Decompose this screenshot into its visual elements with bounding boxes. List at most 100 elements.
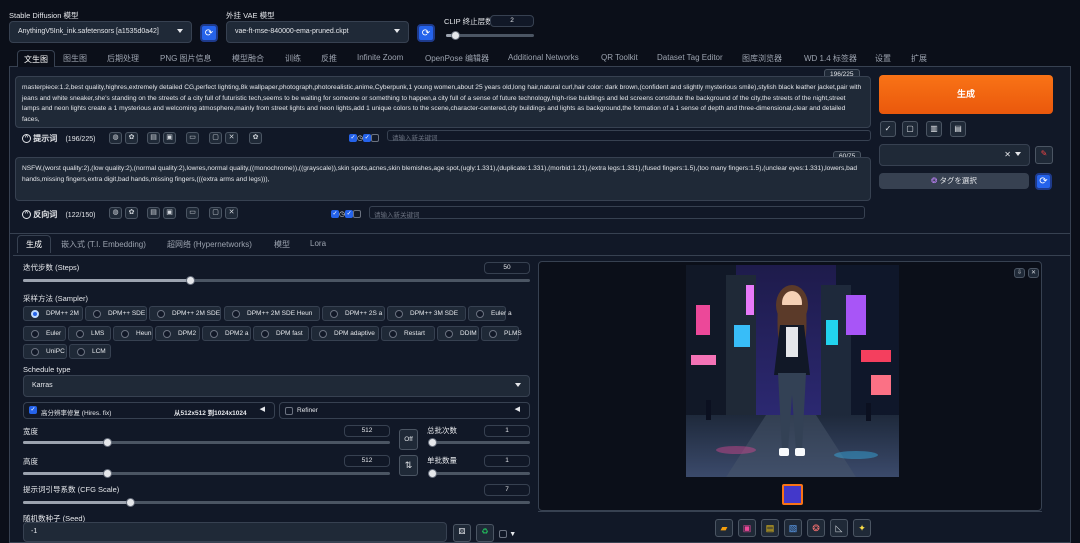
batch-count-knob[interactable] (428, 438, 437, 447)
sampler-option[interactable]: Euler a (468, 306, 512, 321)
tab-15[interactable]: 扩展 (911, 53, 927, 64)
tab-8[interactable]: OpenPose 编辑器 (425, 53, 489, 64)
tab-4[interactable]: 模型融合 (232, 53, 264, 64)
load-icon[interactable]: ▭ (186, 132, 199, 144)
save-icon[interactable]: ▣ (738, 519, 756, 537)
extra-seed-toggle[interactable]: ▼ (499, 529, 516, 538)
refiner-checkbox[interactable] (285, 407, 293, 415)
collapse-icon[interactable]: ^ (22, 134, 31, 144)
tab-5[interactable]: 训练 (285, 53, 301, 64)
load-icon[interactable]: ▭ (186, 207, 199, 219)
sampler-option[interactable]: Heun (113, 326, 153, 341)
clip-slider[interactable] (446, 31, 534, 40)
trash-icon[interactable]: ✕ (225, 132, 238, 144)
image-thumbnail[interactable] (782, 484, 803, 505)
sd-model-select[interactable]: AnythingV5Ink_ink.safetensors [a1535d0a4… (9, 21, 192, 43)
hires-off-button[interactable]: Off (399, 429, 418, 450)
clipboard-icon[interactable]: ▢ (209, 207, 222, 219)
tab-6[interactable]: 反推 (321, 53, 337, 64)
hires-checkbox[interactable]: ✓ (29, 406, 37, 414)
height-slider[interactable] (23, 469, 390, 478)
sampler-option[interactable]: DPM2 a (202, 326, 251, 341)
tab-12[interactable]: 图库浏览器 (742, 53, 782, 64)
checkbox-unchecked[interactable] (499, 529, 507, 538)
sampler-option[interactable]: UniPC (23, 344, 67, 359)
subtab-3[interactable]: 模型 (274, 239, 290, 250)
tab-0[interactable]: 文生图 (17, 50, 55, 68)
recycle-icon[interactable]: ♻ (476, 524, 494, 542)
cfg-slider[interactable] (23, 498, 530, 507)
ruler-icon[interactable]: ◺ (830, 519, 848, 537)
tab-10[interactable]: QR Toolkit (601, 53, 638, 62)
clip-input[interactable]: 2 (490, 15, 534, 27)
width-input[interactable]: 512 (344, 425, 390, 437)
subtab-4[interactable]: Lora (310, 239, 326, 248)
checkbox-unchecked[interactable] (371, 133, 380, 142)
paste-icon[interactable]: ▣ (163, 207, 176, 219)
steps-slider[interactable] (23, 276, 530, 285)
sparkle-icon[interactable]: ✦ (853, 519, 871, 537)
globe-icon[interactable]: ◍ (109, 132, 122, 144)
swap-icon[interactable]: ⇅ (399, 455, 418, 476)
tag-select-button[interactable]: ❂ タグを選択 (879, 173, 1029, 189)
close-icon[interactable]: ✕ (1028, 268, 1039, 278)
tab-14[interactable]: 设置 (875, 53, 891, 64)
sampler-option[interactable]: DPM++ 2M SDE Heun (224, 306, 320, 321)
checkbox-checked[interactable]: ✓ (363, 133, 372, 142)
checkbox-checked[interactable]: ✓ (349, 133, 357, 142)
sampler-option[interactable]: DPM fast (253, 326, 309, 341)
cfg-input[interactable]: 7 (484, 484, 530, 496)
prompt-new-keyword-input[interactable]: 请输入新关键词 (387, 130, 871, 142)
batch-size-knob[interactable] (428, 469, 437, 478)
style-select[interactable]: ✕ (879, 144, 1030, 166)
copy-icon[interactable]: ▤ (147, 132, 160, 144)
batch-count-input[interactable]: 1 (484, 425, 530, 437)
clipboard-icon[interactable]: ▤ (950, 121, 966, 137)
height-input[interactable]: 512 (344, 455, 390, 467)
height-slider-knob[interactable] (103, 469, 112, 478)
image-icon[interactable]: ▧ (784, 519, 802, 537)
subtab-0[interactable]: 生成 (17, 235, 51, 253)
sampler-option[interactable]: DPM++ 2M (23, 306, 83, 321)
prompt-textarea[interactable]: masterpiece:1.2,best quality,highres,ext… (15, 76, 871, 128)
clear-icon[interactable]: ✕ (1004, 150, 1011, 159)
collapse-icon[interactable]: ^ (22, 210, 31, 220)
negative-textarea[interactable]: NSFW,(worst quality:2),(low quality:2),(… (15, 157, 871, 201)
hires-fix-accordion[interactable]: ✓ 高分辨率修复 (Hires. fix) 从512x512 到1024x102… (23, 402, 275, 419)
trash-icon[interactable]: ▥ (926, 121, 942, 137)
palette-icon[interactable]: ❂ (807, 519, 825, 537)
copy-icon[interactable]: ▤ (147, 207, 160, 219)
width-slider[interactable] (23, 438, 390, 447)
negative-new-keyword-input[interactable]: 请输入新关键词 (369, 206, 865, 219)
refresh-icon[interactable]: ⟳ (417, 24, 435, 42)
sampler-option[interactable]: DPM++ 2S a (322, 306, 385, 321)
sampler-option[interactable]: DDIM (437, 326, 479, 341)
sampler-option[interactable]: DPM++ 3M SDE (387, 306, 466, 321)
gear-icon[interactable]: ✿ (125, 207, 138, 219)
steps-input[interactable]: 50 (484, 262, 530, 274)
sampler-option[interactable]: DPM++ SDE (85, 306, 147, 321)
seed-input[interactable]: -1 (23, 522, 447, 542)
refiner-accordion[interactable]: Refiner ◀ (279, 402, 530, 419)
tab-2[interactable]: 后期处理 (107, 53, 139, 64)
refresh-icon[interactable]: ⟳ (1035, 173, 1052, 190)
download-icon[interactable]: ⇩ (1014, 268, 1025, 278)
sampler-option[interactable]: DPM adaptive (311, 326, 379, 341)
sampler-option[interactable]: Restart (381, 326, 435, 341)
width-slider-knob[interactable] (103, 438, 112, 447)
refresh-icon[interactable]: ⟳ (200, 24, 218, 42)
settings-icon[interactable]: ✿ (249, 132, 262, 144)
batch-size-slider[interactable] (428, 469, 530, 478)
sampler-option[interactable]: LCM (69, 344, 111, 359)
tab-1[interactable]: 图生图 (63, 53, 87, 64)
generated-image[interactable] (686, 265, 899, 477)
checkbox-checked[interactable]: ✓ (345, 209, 354, 218)
checkbox-checked[interactable]: ✓ (331, 209, 339, 218)
check-icon[interactable]: ✓ (880, 121, 896, 137)
sampler-option[interactable]: PLMS (481, 326, 522, 341)
sampler-option[interactable]: DPM2 (155, 326, 200, 341)
sampler-option[interactable]: LMS (68, 326, 111, 341)
folder-icon[interactable]: ▰ (715, 519, 733, 537)
schedule-select[interactable]: Karras (23, 375, 530, 397)
vae-select[interactable]: vae-ft-mse-840000-ema-pruned.ckpt (226, 21, 409, 43)
